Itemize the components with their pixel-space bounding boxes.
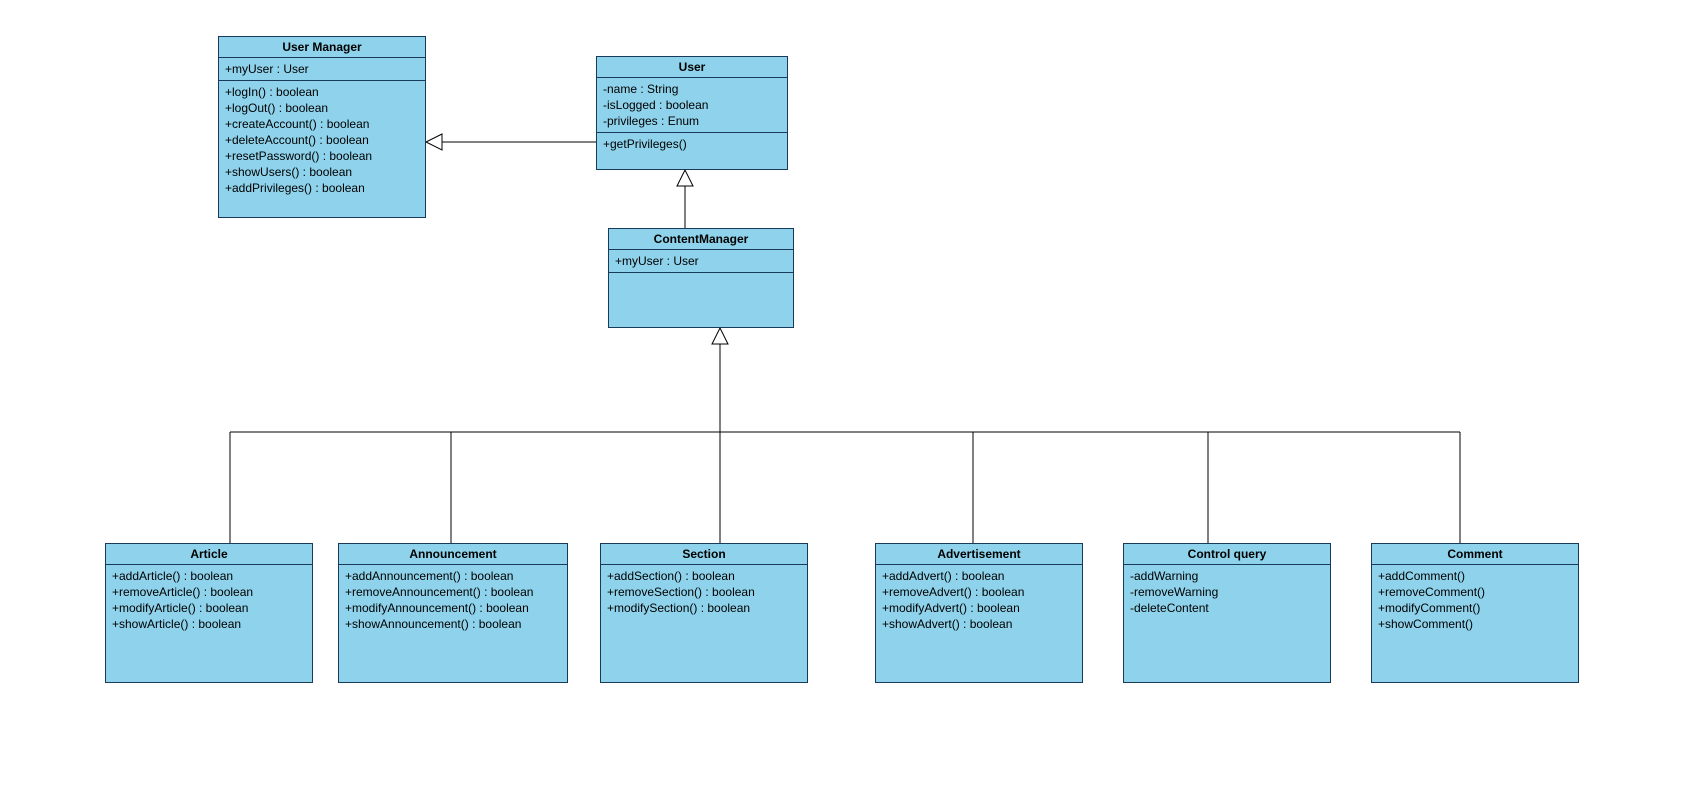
assoc-user-usermanager bbox=[426, 134, 596, 150]
class-advertisement: Advertisement +addAdvert() : boolean +re… bbox=[875, 543, 1083, 683]
method: +addPrivileges() : boolean bbox=[225, 180, 419, 196]
class-announcement: Announcement +addAnnouncement() : boolea… bbox=[338, 543, 568, 683]
method: +removeAnnouncement() : boolean bbox=[345, 584, 561, 600]
attr: +myUser : User bbox=[615, 253, 787, 269]
method: +modifySection() : boolean bbox=[607, 600, 801, 616]
class-content-manager: ContentManager +myUser : User bbox=[608, 228, 794, 328]
attr: -isLogged : boolean bbox=[603, 97, 781, 113]
class-methods: -addWarning -removeWarning -deleteConten… bbox=[1124, 565, 1330, 619]
method: -deleteContent bbox=[1130, 600, 1324, 616]
class-title: Control query bbox=[1124, 544, 1330, 565]
method: +logIn() : boolean bbox=[225, 84, 419, 100]
method: +showArticle() : boolean bbox=[112, 616, 306, 632]
method: +removeAdvert() : boolean bbox=[882, 584, 1076, 600]
method: +showUsers() : boolean bbox=[225, 164, 419, 180]
method: +showAdvert() : boolean bbox=[882, 616, 1076, 632]
class-methods: +addSection() : boolean +removeSection()… bbox=[601, 565, 807, 619]
method: +modifyComment() bbox=[1378, 600, 1572, 616]
method: +addArticle() : boolean bbox=[112, 568, 306, 584]
method: +modifyAdvert() : boolean bbox=[882, 600, 1076, 616]
class-attributes: -name : String -isLogged : boolean -priv… bbox=[597, 78, 787, 133]
class-methods: +logIn() : boolean +logOut() : boolean +… bbox=[219, 81, 425, 199]
method: -removeWarning bbox=[1130, 584, 1324, 600]
class-section-class: Section +addSection() : boolean +removeS… bbox=[600, 543, 808, 683]
method: +showComment() bbox=[1378, 616, 1572, 632]
class-article: Article +addArticle() : boolean +removeA… bbox=[105, 543, 313, 683]
method: +modifyArticle() : boolean bbox=[112, 600, 306, 616]
class-title: Comment bbox=[1372, 544, 1578, 565]
class-methods: +addAnnouncement() : boolean +removeAnno… bbox=[339, 565, 567, 635]
gen-contentmanager-user bbox=[677, 170, 693, 228]
class-title: User Manager bbox=[219, 37, 425, 58]
class-user-manager: User Manager +myUser : User +logIn() : b… bbox=[218, 36, 426, 218]
method: +showAnnouncement() : boolean bbox=[345, 616, 561, 632]
attr: -name : String bbox=[603, 81, 781, 97]
class-title: ContentManager bbox=[609, 229, 793, 250]
class-user: User -name : String -isLogged : boolean … bbox=[596, 56, 788, 170]
class-methods: +addArticle() : boolean +removeArticle()… bbox=[106, 565, 312, 635]
method: -addWarning bbox=[1130, 568, 1324, 584]
method: +addAdvert() : boolean bbox=[882, 568, 1076, 584]
class-attributes: +myUser : User bbox=[219, 58, 425, 81]
attr: -privileges : Enum bbox=[603, 113, 781, 129]
method: +removeComment() bbox=[1378, 584, 1572, 600]
method: +removeSection() : boolean bbox=[607, 584, 801, 600]
method: +addComment() bbox=[1378, 568, 1572, 584]
class-control-query: Control query -addWarning -removeWarning… bbox=[1123, 543, 1331, 683]
class-title: Advertisement bbox=[876, 544, 1082, 565]
gen-subclasses-contentmanager bbox=[230, 328, 1460, 543]
attr: +myUser : User bbox=[225, 61, 419, 77]
method: +modifyAnnouncement() : boolean bbox=[345, 600, 561, 616]
class-title: User bbox=[597, 57, 787, 78]
class-title: Article bbox=[106, 544, 312, 565]
class-methods: +addAdvert() : boolean +removeAdvert() :… bbox=[876, 565, 1082, 635]
method: +createAccount() : boolean bbox=[225, 116, 419, 132]
class-title: Announcement bbox=[339, 544, 567, 565]
class-comment: Comment +addComment() +removeComment() +… bbox=[1371, 543, 1579, 683]
method: +logOut() : boolean bbox=[225, 100, 419, 116]
method: +resetPassword() : boolean bbox=[225, 148, 419, 164]
class-attributes: +myUser : User bbox=[609, 250, 793, 273]
method: +addAnnouncement() : boolean bbox=[345, 568, 561, 584]
method: +addSection() : boolean bbox=[607, 568, 801, 584]
class-title: Section bbox=[601, 544, 807, 565]
class-methods: +getPrivileges() bbox=[597, 133, 787, 155]
method: +deleteAccount() : boolean bbox=[225, 132, 419, 148]
class-methods bbox=[609, 273, 793, 319]
method: +removeArticle() : boolean bbox=[112, 584, 306, 600]
class-methods: +addComment() +removeComment() +modifyCo… bbox=[1372, 565, 1578, 635]
method: +getPrivileges() bbox=[603, 136, 781, 152]
